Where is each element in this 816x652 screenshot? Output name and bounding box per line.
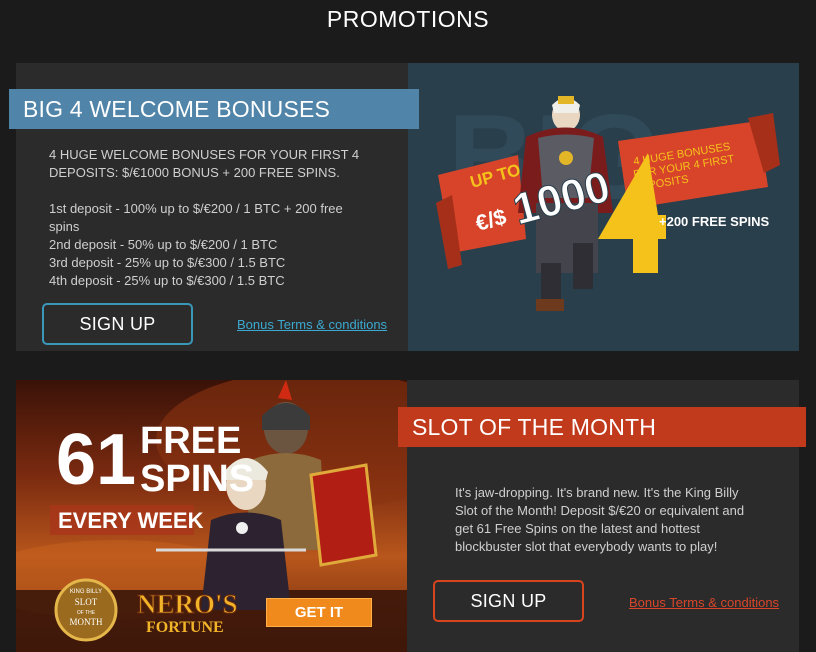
deposit-line-1: 1st deposit - 100% up to $/€200 / 1 BTC … xyxy=(49,201,343,234)
welcome-bonus-banner[interactable]: BIG UP TO €/$ 1000 4 HUGE BONUSES FOR YO… xyxy=(408,63,799,351)
banner-every-week: EVERY WEEK xyxy=(58,508,204,533)
nero-fortune-logo-line2: FORTUNE xyxy=(146,619,224,636)
deposit-line-4: 4th deposit - 25% up to $/€300 / 1.5 BTC xyxy=(49,273,285,288)
banner-61-number: 61 xyxy=(56,420,136,500)
banner-spins-word: SPINS xyxy=(140,458,254,500)
welcome-terms-link[interactable]: Bonus Terms & conditions xyxy=(237,317,387,332)
slot-terms-link[interactable]: Bonus Terms & conditions xyxy=(629,595,779,610)
welcome-bonus-intro: 4 HUGE WELCOME BONUSES FOR YOUR FIRST 4 … xyxy=(49,147,360,180)
nero-fortune-logo-line1: NERO'S xyxy=(137,589,238,619)
banner-text: MONTH xyxy=(70,617,103,627)
banner-text: KING BILLY xyxy=(70,589,102,595)
slot-of-month-banner[interactable]: 61 FREE SPINS EVERY WEEK KING BILLY SLOT… xyxy=(16,380,407,652)
slot-of-month-description: It's jaw-dropping. It's brand new. It's … xyxy=(455,485,745,554)
banner-text: OF THE xyxy=(77,610,96,616)
slot-of-month-ribbon-title: SLOT OF THE MONTH xyxy=(398,407,806,447)
banner-text: SLOT xyxy=(75,597,98,607)
banner-free-word: FREE xyxy=(140,420,241,462)
welcome-signup-button[interactable]: SIGN UP xyxy=(42,303,193,345)
banner-free-spins: +200 FREE SPINS xyxy=(659,214,770,229)
page-title: PROMOTIONS xyxy=(326,6,490,32)
deposit-line-3: 3rd deposit - 25% up to $/€300 / 1.5 BTC xyxy=(49,255,286,270)
welcome-bonus-description: 4 HUGE WELCOME BONUSES FOR YOUR FIRST 4 … xyxy=(49,146,369,290)
get-it-button[interactable]: GET IT xyxy=(266,598,372,627)
slot-signup-button[interactable]: SIGN UP xyxy=(433,580,584,622)
welcome-banner-art: BIG UP TO €/$ 1000 4 HUGE BONUSES FOR YO… xyxy=(436,90,780,311)
deposit-line-2: 2nd deposit - 50% up to $/€200 / 1 BTC xyxy=(49,237,278,252)
welcome-bonus-ribbon-title: BIG 4 WELCOME BONUSES xyxy=(9,89,419,129)
